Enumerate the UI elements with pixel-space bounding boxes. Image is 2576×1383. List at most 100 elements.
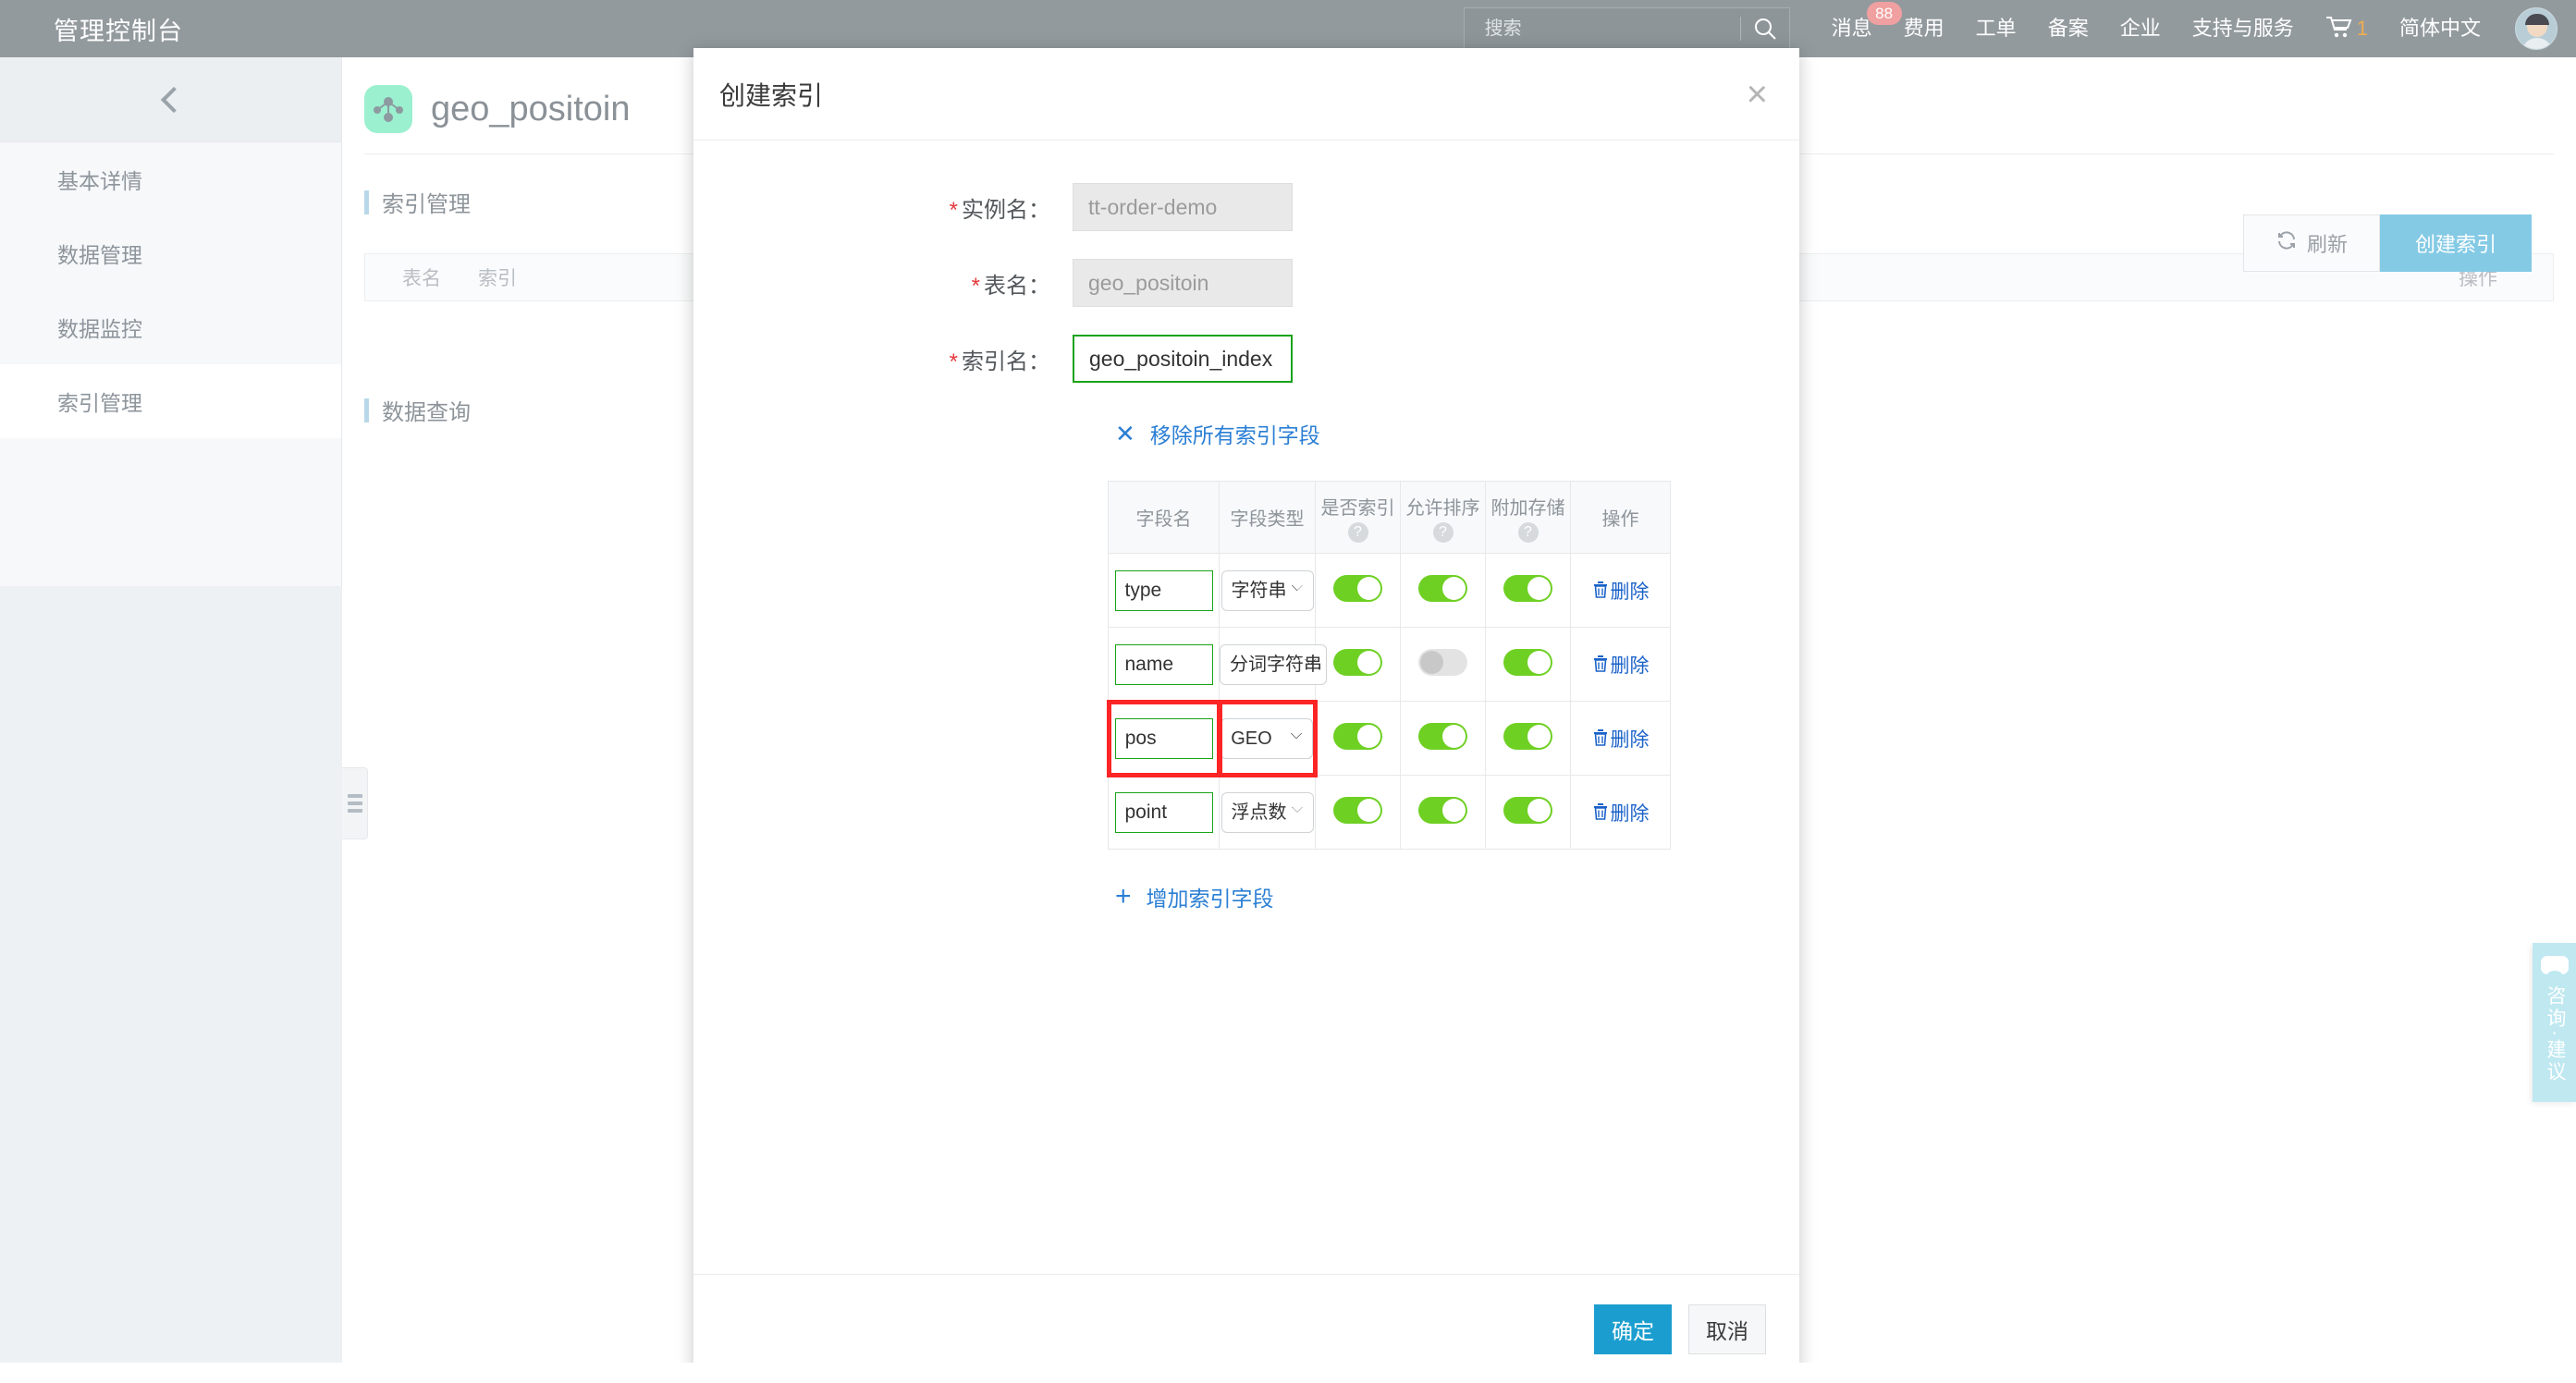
trash-icon [1592, 655, 1609, 678]
field-type-select[interactable]: GEO [1221, 718, 1313, 759]
index-fields-table: 字段名 字段类型 是否索引 ? 允许排序 ? [1108, 481, 1671, 850]
cell-stored [1486, 628, 1571, 702]
delete-row-button[interactable]: 删除 [1592, 581, 1650, 603]
toggle-knob [1527, 799, 1551, 822]
stored-toggle[interactable] [1503, 575, 1552, 602]
delete-label: 删除 [1611, 581, 1650, 603]
th-indexed: 是否索引 ? [1316, 482, 1401, 554]
add-index-field-button[interactable]: + 增加索引字段 [1115, 881, 1799, 912]
table-row: 字符串 [1109, 554, 1671, 628]
table-row: 分词字符串 [1109, 628, 1671, 702]
toggle-knob [1527, 651, 1551, 674]
cell-sortable [1401, 702, 1486, 776]
delete-row-button[interactable]: 删除 [1592, 729, 1650, 751]
cell-field-name [1109, 776, 1220, 850]
table-row: GEO [1109, 702, 1671, 776]
cell-field-type: 分词字符串 [1220, 628, 1316, 702]
trash-icon [1592, 581, 1609, 604]
indexed-toggle[interactable] [1333, 797, 1382, 824]
cell-sortable [1401, 554, 1486, 628]
field-name-input[interactable] [1115, 644, 1213, 685]
field-type-select[interactable]: 字符串 [1221, 570, 1314, 611]
indexed-toggle[interactable] [1333, 649, 1382, 676]
sortable-toggle[interactable] [1418, 723, 1467, 750]
th-stored: 附加存储 ? [1486, 482, 1571, 554]
cell-field-name [1109, 702, 1220, 776]
confirm-button[interactable]: 确定 [1594, 1304, 1672, 1354]
cell-field-type: 浮点数 [1220, 776, 1316, 850]
page-bottom-strip [0, 1363, 2576, 1383]
table-row: 浮点数 [1109, 776, 1671, 850]
cell-sortable [1401, 628, 1486, 702]
stored-toggle[interactable] [1503, 797, 1552, 824]
label-text: 索引名： [962, 349, 1050, 374]
th-label: 操作 [1602, 509, 1639, 530]
table-name-label: *表名： [693, 267, 1073, 300]
indexed-toggle[interactable] [1333, 575, 1382, 602]
cell-stored [1486, 776, 1571, 850]
sortable-toggle[interactable] [1418, 575, 1467, 602]
cell-sortable [1401, 776, 1486, 850]
stored-toggle[interactable] [1503, 649, 1552, 676]
help-icon[interactable]: ? [1348, 522, 1368, 543]
fields-table-body: 字符串 [1109, 554, 1671, 850]
delete-label: 删除 [1611, 803, 1650, 825]
indexed-toggle[interactable] [1333, 723, 1382, 750]
th-field-type: 字段类型 [1220, 482, 1316, 554]
th-label: 是否索引 [1316, 493, 1400, 520]
sortable-toggle[interactable] [1418, 649, 1467, 676]
dialog-body: *实例名： *表名： *索引名： ✕ 移除所有索引字段 [693, 141, 1799, 1274]
toggle-knob [1357, 725, 1380, 748]
th-action: 操作 [1571, 482, 1671, 554]
close-icon[interactable]: × [1747, 76, 1768, 113]
form-row-table-name: *表名： [693, 259, 1799, 307]
field-type-select[interactable]: 分词字符串 [1220, 644, 1327, 685]
required-mark: * [950, 349, 958, 374]
cell-indexed [1316, 702, 1401, 776]
delete-row-button[interactable]: 删除 [1592, 803, 1650, 825]
sortable-toggle[interactable] [1418, 797, 1467, 824]
help-icon[interactable]: ? [1518, 522, 1539, 543]
field-name-input[interactable] [1115, 570, 1213, 611]
index-name-input[interactable] [1073, 335, 1293, 383]
field-type-select[interactable]: 浮点数 [1221, 792, 1314, 833]
cell-indexed [1316, 776, 1401, 850]
toggle-knob [1442, 725, 1466, 748]
field-name-input[interactable] [1115, 718, 1213, 759]
cell-field-type: GEO [1220, 702, 1316, 776]
x-icon: ✕ [1115, 420, 1135, 448]
delete-row-button[interactable]: 删除 [1592, 655, 1650, 677]
required-mark: * [950, 198, 958, 223]
cell-action: 删除 [1571, 554, 1671, 628]
instance-name-label: *实例名： [693, 191, 1073, 224]
index-name-label: *索引名： [693, 343, 1073, 375]
th-label: 字段名 [1136, 509, 1192, 530]
th-field-name: 字段名 [1109, 482, 1220, 554]
toggle-knob [1442, 799, 1466, 822]
delete-label: 删除 [1611, 655, 1650, 677]
cell-action: 删除 [1571, 702, 1671, 776]
cell-indexed [1316, 554, 1401, 628]
cell-field-type: 字符串 [1220, 554, 1316, 628]
remove-all-label: 移除所有索引字段 [1150, 418, 1320, 449]
field-name-input[interactable] [1115, 792, 1213, 833]
cancel-button[interactable]: 取消 [1688, 1304, 1766, 1354]
trash-icon [1592, 728, 1609, 752]
delete-label: 删除 [1611, 729, 1650, 751]
instance-name-field [1073, 183, 1293, 231]
create-index-dialog: 创建索引 × *实例名： *表名： *索引名： [693, 48, 1799, 1383]
table-name-field [1073, 259, 1293, 307]
dialog-header: 创建索引 × [693, 48, 1799, 141]
stored-toggle[interactable] [1503, 723, 1552, 750]
th-sortable: 允许排序 ? [1401, 482, 1486, 554]
help-icon[interactable]: ? [1433, 522, 1454, 543]
add-field-label: 增加索引字段 [1147, 881, 1274, 912]
fields-header-row: 字段名 字段类型 是否索引 ? 允许排序 ? [1109, 482, 1671, 554]
fields-table-head: 字段名 字段类型 是否索引 ? 允许排序 ? [1109, 482, 1671, 554]
th-label: 附加存储 [1486, 493, 1570, 520]
app-root: 管理控制台 消息 88 费用 工单 备案 企业 支持与服务 [0, 0, 2576, 1383]
remove-all-fields-button[interactable]: ✕ 移除所有索引字段 [1115, 418, 1799, 449]
label-text: 实例名： [962, 198, 1050, 223]
toggle-knob [1527, 725, 1551, 748]
cell-field-name [1109, 554, 1220, 628]
